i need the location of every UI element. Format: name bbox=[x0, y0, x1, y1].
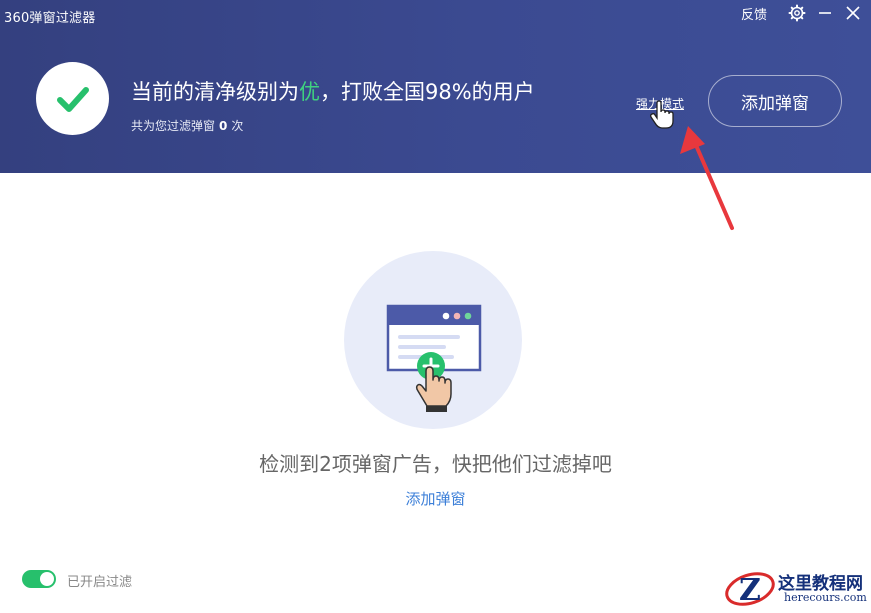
red-arrow-icon bbox=[680, 126, 734, 230]
status-prefix: 当前的清净级别为 bbox=[131, 80, 299, 104]
status-headline: 当前的清净级别为优，打败全国98%的用户 bbox=[131, 76, 535, 106]
watermark-logo-icon: Z bbox=[725, 572, 775, 608]
close-icon[interactable] bbox=[841, 3, 865, 23]
feedback-link[interactable]: 反馈 bbox=[741, 4, 767, 23]
add-popup-link[interactable]: 添加弹窗 bbox=[0, 488, 871, 509]
status-suffix: ，打败全国98%的用户 bbox=[320, 80, 535, 104]
filter-count-value: 0 bbox=[219, 119, 228, 133]
watermark-url: herecours.com bbox=[784, 591, 867, 604]
check-icon bbox=[36, 62, 109, 135]
filter-toggle[interactable] bbox=[22, 570, 56, 588]
svg-text:Z: Z bbox=[739, 573, 761, 608]
header-banner: 360弹窗过滤器 反馈 当前的清净级别为优，打败全国98%的用户 共为您过滤弹窗… bbox=[0, 0, 871, 173]
minimize-icon[interactable] bbox=[813, 3, 837, 23]
site-watermark: Z 这里教程网 herecours.com bbox=[722, 567, 870, 609]
window-controls: 反馈 bbox=[741, 3, 865, 23]
browser-popup-illustration bbox=[344, 251, 522, 429]
filter-toggle-label: 已开启过滤 bbox=[67, 575, 133, 590]
filter-count-line: 共为您过滤弹窗 0 次 bbox=[131, 117, 243, 134]
filter-count-prefix: 共为您过滤弹窗 bbox=[131, 119, 216, 133]
detect-message: 检测到2项弹窗广告，快把他们过滤掉吧 bbox=[259, 452, 612, 476]
status-level: 优 bbox=[299, 80, 320, 104]
filter-count-suffix: 次 bbox=[231, 119, 244, 133]
gear-icon[interactable] bbox=[785, 3, 809, 23]
app-title: 360弹窗过滤器 bbox=[4, 11, 96, 26]
toggle-knob bbox=[40, 572, 54, 586]
